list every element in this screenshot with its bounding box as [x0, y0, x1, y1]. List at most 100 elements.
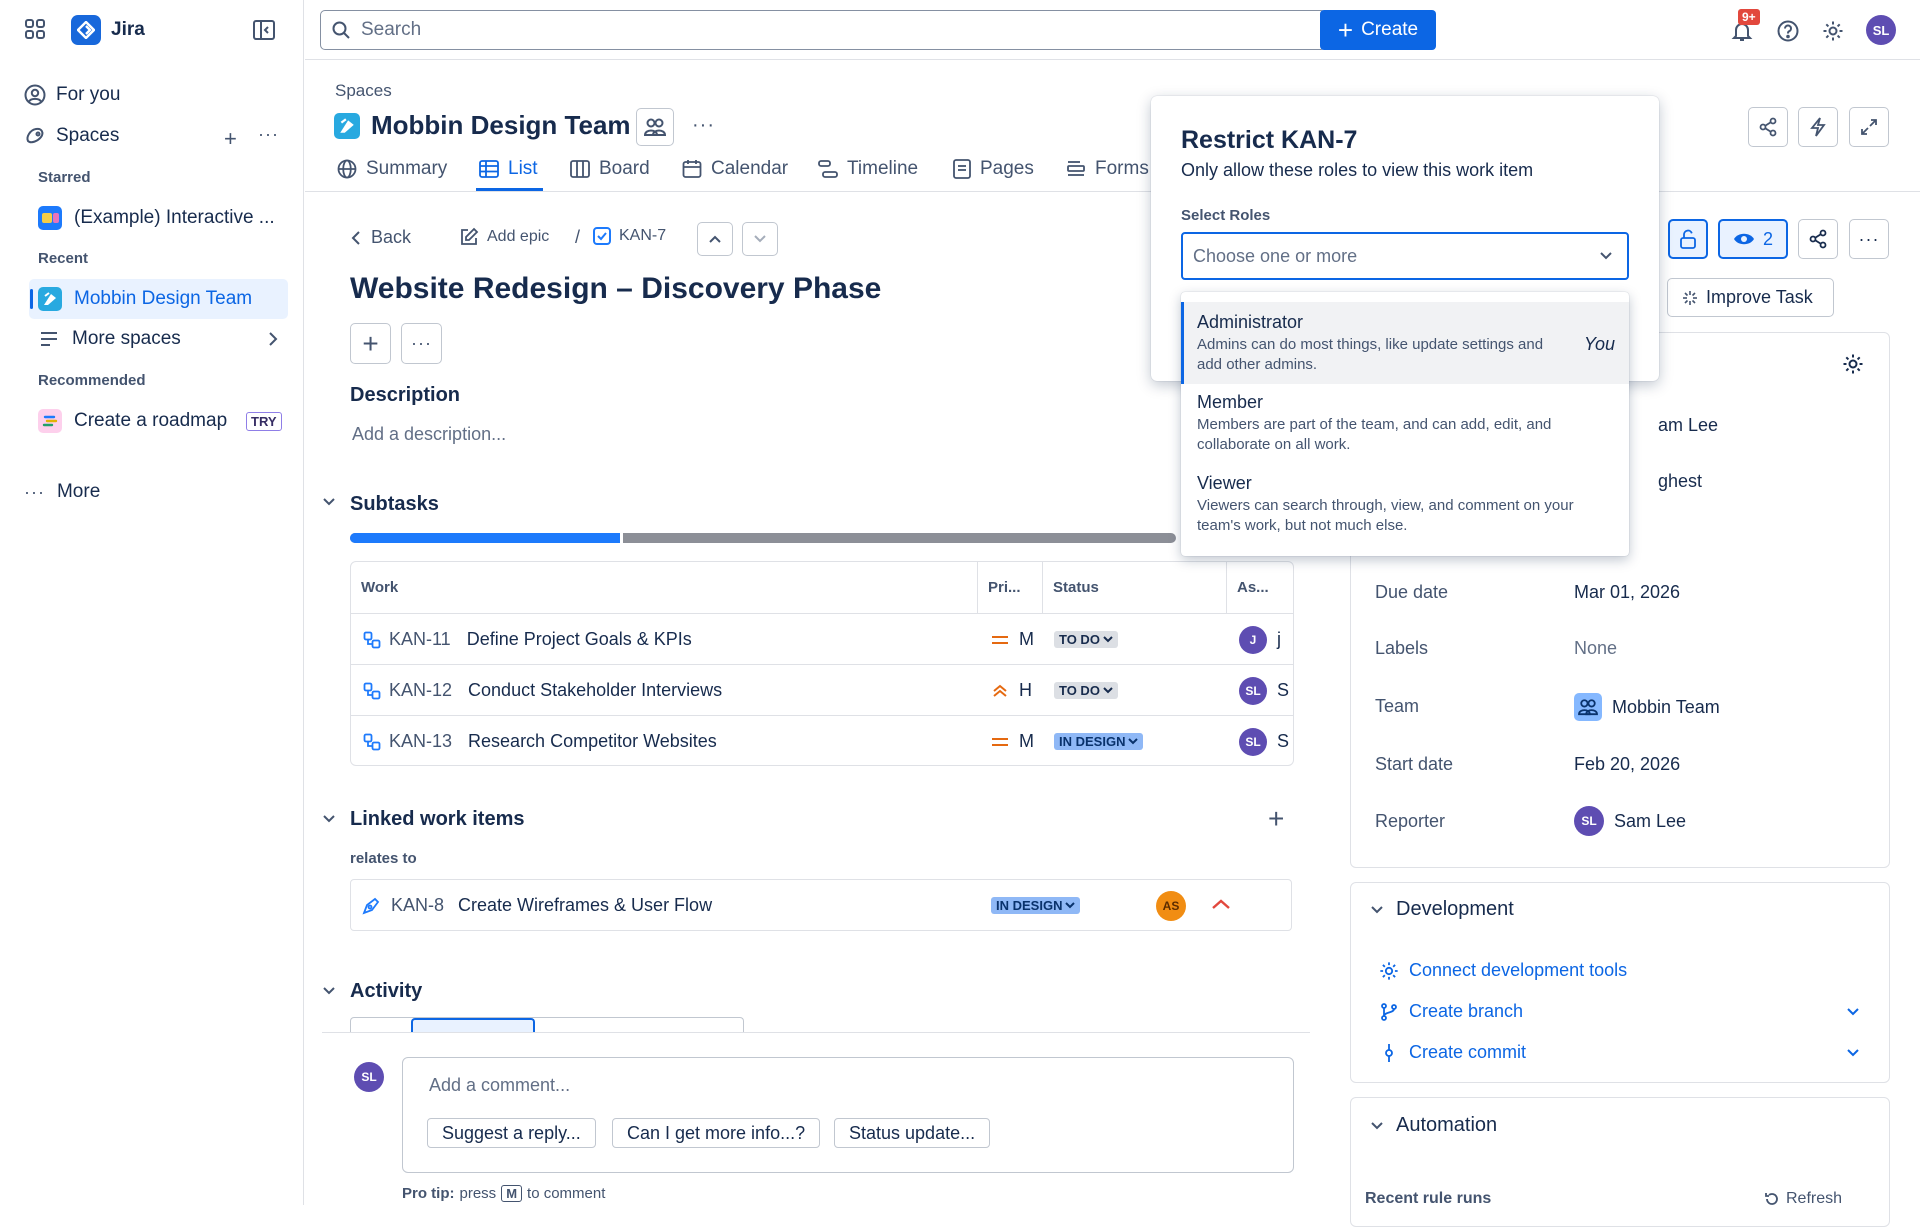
- tab-calendar[interactable]: Calendar: [682, 158, 788, 180]
- breadcrumb[interactable]: Spaces: [335, 81, 392, 101]
- sidebar-item-recent[interactable]: Mobbin Design Team: [38, 287, 252, 311]
- work-cell[interactable]: KAN-13 Research Competitor Websites: [363, 716, 717, 765]
- previous-issue-button[interactable]: [697, 222, 733, 256]
- sidebar-item-starred[interactable]: (Example) Interactive ...: [38, 206, 275, 230]
- issue-actions-button[interactable]: ···: [1849, 219, 1889, 259]
- status-cell[interactable]: TO DO: [1054, 665, 1118, 716]
- table-row[interactable]: KAN-13 Research Competitor Websites M IN…: [351, 715, 1293, 765]
- improve-task-button[interactable]: Improve Task: [1667, 278, 1834, 317]
- labels-value[interactable]: None: [1574, 638, 1617, 659]
- comment-input[interactable]: Add a comment...: [429, 1075, 570, 1096]
- back-button[interactable]: Back: [351, 227, 411, 248]
- status-lozenge[interactable]: IN DESIGN: [1054, 733, 1144, 750]
- description-input[interactable]: Add a description...: [352, 424, 506, 445]
- collapse-development-icon[interactable]: [1370, 905, 1384, 915]
- suggestion-chip[interactable]: Can I get more info...?: [612, 1118, 821, 1148]
- tab-board[interactable]: Board: [570, 158, 650, 180]
- create-button[interactable]: + Create: [1320, 10, 1436, 50]
- add-link-icon[interactable]: +: [1268, 803, 1284, 835]
- start-date-value[interactable]: Feb 20, 2026: [1574, 754, 1680, 775]
- tab-pages[interactable]: Pages: [953, 158, 1034, 180]
- team-button[interactable]: [636, 108, 674, 146]
- details-settings-icon[interactable]: [1842, 353, 1864, 375]
- activity-tabs[interactable]: [350, 1017, 744, 1033]
- status-lozenge[interactable]: TO DO: [1054, 631, 1118, 648]
- linked-item-row[interactable]: KAN-8 Create Wireframes & User Flow IN D…: [350, 879, 1292, 931]
- add-space-icon[interactable]: +: [224, 126, 237, 152]
- work-cell[interactable]: KAN-11 Define Project Goals & KPIs: [363, 614, 692, 665]
- app-switcher-icon[interactable]: [24, 18, 46, 40]
- user-avatar[interactable]: SL: [1866, 15, 1896, 45]
- jira-logo[interactable]: Jira: [71, 15, 145, 45]
- status-lozenge[interactable]: IN DESIGN: [991, 897, 1081, 914]
- table-row[interactable]: KAN-12 Conduct Stakeholder Interviews H …: [351, 664, 1293, 716]
- team-value[interactable]: Mobbin Team: [1574, 693, 1720, 721]
- role-option-administrator[interactable]: Administrator Admins can do most things,…: [1181, 302, 1629, 384]
- column-header-status[interactable]: Status: [1043, 562, 1227, 613]
- activity-tab-selected[interactable]: [411, 1018, 535, 1033]
- status-cell[interactable]: TO DO: [1054, 614, 1118, 665]
- branch-expand-icon[interactable]: [1846, 1007, 1860, 1017]
- share-button[interactable]: [1748, 107, 1788, 147]
- collapse-sidebar-icon[interactable]: [253, 20, 275, 40]
- tab-forms[interactable]: Forms: [1066, 158, 1149, 180]
- role-option-viewer[interactable]: Viewer Viewers can search through, view,…: [1181, 473, 1629, 553]
- tab-list[interactable]: List: [479, 158, 538, 180]
- commit-expand-icon[interactable]: [1846, 1048, 1860, 1058]
- issue-more-button[interactable]: ···: [401, 323, 442, 364]
- suggestion-chip[interactable]: Status update...: [834, 1118, 991, 1148]
- tab-timeline[interactable]: Timeline: [818, 158, 918, 180]
- tab-summary[interactable]: Summary: [337, 158, 447, 180]
- priority-cell[interactable]: H: [991, 665, 1032, 716]
- column-header-priority[interactable]: Pri...: [978, 562, 1043, 613]
- restrict-button[interactable]: [1668, 219, 1708, 259]
- create-commit-link[interactable]: Create commit: [1379, 1042, 1526, 1063]
- spaces-more-icon[interactable]: ···: [258, 124, 279, 145]
- assignee-cell[interactable]: J j: [1239, 614, 1281, 665]
- sidebar-item-more-spaces[interactable]: More spaces: [38, 328, 278, 350]
- share-issue-button[interactable]: [1798, 219, 1838, 259]
- assignee-value[interactable]: am Lee: [1658, 415, 1718, 436]
- roles-select[interactable]: Choose one or more: [1181, 232, 1629, 280]
- collapse-subtasks-icon[interactable]: [322, 497, 336, 507]
- suggestion-chip[interactable]: Suggest a reply...: [427, 1118, 596, 1148]
- automation-button[interactable]: [1798, 107, 1838, 147]
- due-date-value[interactable]: Mar 01, 2026: [1574, 582, 1680, 603]
- collapse-activity-icon[interactable]: [322, 986, 336, 996]
- sidebar-item-for-you[interactable]: For you: [24, 84, 120, 106]
- column-header-assignee[interactable]: As...: [1227, 562, 1293, 613]
- column-header-work[interactable]: Work: [351, 562, 978, 613]
- status-lozenge[interactable]: TO DO: [1054, 682, 1118, 699]
- status-cell[interactable]: IN DESIGN: [1054, 716, 1144, 765]
- sidebar-item-more[interactable]: ··· More: [24, 481, 100, 503]
- priority-cell[interactable]: M: [991, 716, 1034, 765]
- settings-icon[interactable]: [1822, 20, 1844, 42]
- collapse-linked-icon[interactable]: [322, 814, 336, 824]
- role-option-member[interactable]: Member Members are part of the team, and…: [1181, 392, 1629, 472]
- assignee-cell[interactable]: SL S: [1239, 665, 1289, 716]
- sidebar-item-spaces[interactable]: Spaces: [24, 125, 282, 147]
- watchers-button[interactable]: 2: [1718, 219, 1788, 259]
- issue-title[interactable]: Website Redesign – Discovery Phase: [350, 272, 881, 306]
- priority-value[interactable]: ghest: [1658, 471, 1702, 492]
- search-input[interactable]: Search: [320, 10, 1326, 50]
- help-icon[interactable]: [1777, 20, 1799, 42]
- connect-dev-tools-link[interactable]: Connect development tools: [1379, 960, 1627, 981]
- next-issue-button[interactable]: [742, 222, 778, 256]
- space-more-icon[interactable]: ···: [692, 114, 715, 137]
- expand-button[interactable]: [1849, 107, 1889, 147]
- table-row[interactable]: KAN-11 Define Project Goals & KPIs M TO …: [351, 613, 1293, 665]
- linked-work-cell[interactable]: KAN-8 Create Wireframes & User Flow: [361, 880, 712, 931]
- issue-key-link[interactable]: KAN-7: [593, 227, 666, 245]
- assignee-cell[interactable]: SL S: [1239, 716, 1289, 765]
- work-cell[interactable]: KAN-12 Conduct Stakeholder Interviews: [363, 665, 722, 716]
- refresh-button[interactable]: Refresh: [1764, 1190, 1842, 1208]
- linked-status-cell[interactable]: IN DESIGN: [991, 880, 1081, 931]
- reporter-value[interactable]: SL Sam Lee: [1574, 806, 1686, 836]
- collapse-automation-icon[interactable]: [1370, 1121, 1384, 1131]
- priority-cell[interactable]: M: [991, 614, 1034, 665]
- create-branch-link[interactable]: Create branch: [1379, 1001, 1523, 1022]
- add-child-button[interactable]: +: [350, 323, 391, 364]
- add-epic-button[interactable]: Add epic: [459, 227, 549, 247]
- sidebar-item-roadmap[interactable]: Create a roadmap: [38, 409, 227, 433]
